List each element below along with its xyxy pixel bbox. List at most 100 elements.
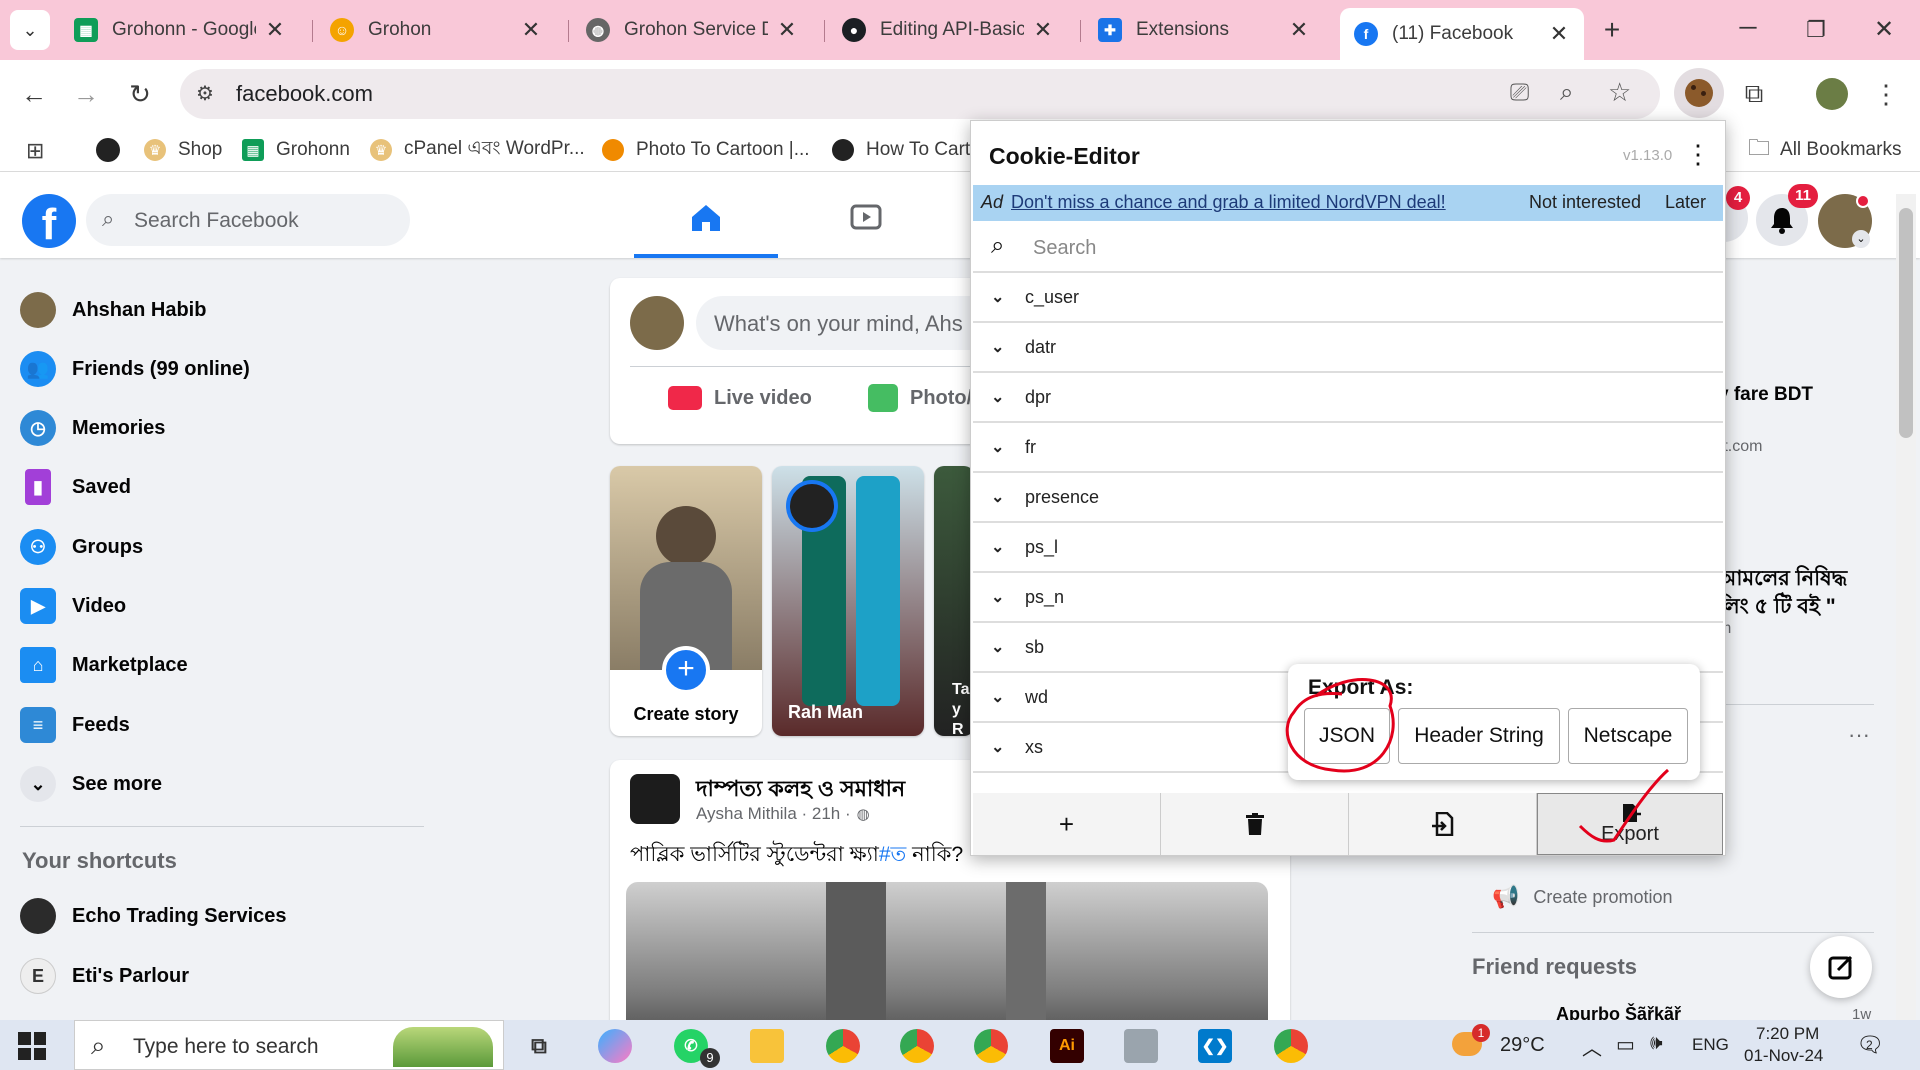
language-indicator[interactable]: ENG [1692,1035,1729,1055]
delete-all-button[interactable] [1161,793,1349,855]
sidebar-item-profile[interactable]: Ahshan Habib [20,288,206,332]
story-card[interactable]: Rah Man [772,466,924,736]
chevron-down-icon[interactable]: ⌄ [991,387,1025,407]
windows-start-icon[interactable] [18,1032,46,1060]
cookie-editor-menu-icon[interactable]: ⋮ [1685,139,1711,170]
sidebar-item-groups[interactable]: ⚇ Groups [20,525,143,569]
close-window-icon[interactable]: ✕ [1868,14,1900,46]
site-settings-icon[interactable]: ⚙ [196,81,214,106]
clock-date[interactable]: 01-Nov-24 [1744,1046,1823,1066]
back-icon[interactable]: ← [14,74,54,114]
export-netscape-button[interactable]: Netscape [1568,708,1688,764]
export-header-string-button[interactable]: Header String [1398,708,1560,764]
url-text[interactable]: facebook.com [236,81,373,107]
not-interested-button[interactable]: Not interested [1529,192,1641,213]
sponsored-ad2-line2[interactable]: লিং ৫ টি বই " [1718,590,1836,625]
sidebar-item-see-more[interactable]: ⌄ See more [20,762,162,806]
address-bar[interactable]: ⚙ facebook.com ⎚ ⌕ ☆ [180,69,1660,119]
browser-menu-icon[interactable]: ⋮ [1866,74,1906,114]
chrome-icon[interactable] [826,1029,860,1063]
chevron-down-icon[interactable]: ⌄ [991,437,1025,457]
taskbar-search[interactable]: ⌕ Type here to search [74,1020,504,1070]
chevron-down-icon[interactable]: ⌄ [991,737,1025,757]
cookie-row[interactable]: ⌄ datr [973,323,1723,373]
sidebar-item-saved[interactable]: ▮ Saved [20,465,131,509]
browser-tab[interactable]: ✚ Extensions ✕ [1084,8,1324,52]
sidebar-item-feeds[interactable]: ≡ Feeds [20,703,130,747]
browser-tab[interactable]: ▦ Grohonn - Google ✕ [60,8,300,52]
cookie-row[interactable]: ⌄ presence [973,473,1723,523]
facebook-logo[interactable]: f [22,194,76,249]
tab-search-button[interactable]: ⌄ [10,10,50,50]
story-card[interactable]: Tay Ra [934,466,974,736]
forward-icon[interactable]: → [66,74,106,114]
chevron-down-icon[interactable]: ⌄ [991,537,1025,557]
copilot-icon[interactable] [598,1029,632,1063]
file-explorer-icon[interactable] [750,1029,784,1063]
later-button[interactable]: Later [1665,192,1706,213]
tray-chevron-icon[interactable]: ︿ [1582,1032,1602,1061]
temperature[interactable]: 29°C [1500,1034,1545,1057]
battery-icon[interactable]: ▭ [1616,1032,1635,1057]
all-bookmarks[interactable]: 🗀 All Bookmarks [1748,135,1901,164]
watch-tab[interactable] [800,172,934,258]
illustrator-icon[interactable]: Ai [1050,1029,1084,1063]
cookie-editor-extension-icon[interactable] [1674,68,1724,118]
create-story-card[interactable]: + Create story [610,466,762,736]
browser-tab[interactable]: ● Editing API-Basice ✕ [828,8,1068,52]
chrome-profile-icon[interactable] [974,1029,1008,1063]
cookie-row[interactable]: ⌄ ps_l [973,523,1723,573]
close-tab-icon[interactable]: ✕ [1032,17,1054,43]
new-message-button[interactable] [1810,936,1872,998]
browser-tab-active[interactable]: f (11) Facebook ✕ [1340,8,1584,60]
sponsored-ad-title[interactable]: y fare BDT [1718,384,1813,406]
sidebar-item-marketplace[interactable]: ⌂ Marketplace [20,643,188,687]
bookmark-grohonn[interactable]: ▦ Grohonn [242,136,350,164]
chevron-down-icon[interactable]: ⌄ [1852,230,1870,248]
bookmark-how-to-cartoon[interactable]: How To Carto [832,136,981,164]
export-json-button[interactable]: JSON [1304,708,1390,764]
globe-icon[interactable] [96,138,120,162]
shortcut-etis-parlour[interactable]: E Eti's Parlour [20,954,189,998]
group-avatar[interactable] [630,774,680,824]
task-view-icon[interactable]: ⧉ [522,1029,556,1063]
volume-icon[interactable]: 🕪 [1650,1032,1663,1055]
app-icon[interactable] [1124,1029,1158,1063]
photo-video-button[interactable]: Photo/ [868,384,972,412]
chrome-icon[interactable] [1274,1029,1308,1063]
chevron-down-icon[interactable]: ⌄ [991,587,1025,607]
close-tab-icon[interactable]: ✕ [264,17,286,43]
new-tab-button[interactable]: + [1596,14,1628,46]
sidebar-item-video[interactable]: ▶ Video [20,584,126,628]
add-story-button[interactable]: + [662,646,710,694]
ad-link[interactable]: Don't miss a chance and grab a limited N… [1011,192,1446,213]
minimize-icon[interactable]: ─ [1732,14,1764,46]
cookie-row[interactable]: ⌄ fr [973,423,1723,473]
close-tab-icon[interactable]: ✕ [1288,17,1310,43]
close-tab-icon[interactable]: ✕ [776,17,798,43]
chevron-down-icon[interactable]: ⌄ [991,337,1025,357]
live-video-button[interactable]: Live video [668,386,812,410]
chrome-icon[interactable] [900,1029,934,1063]
browser-tab[interactable]: ☺ Grohon ✕ [316,8,556,52]
more-options-icon[interactable]: ··· [1848,722,1870,748]
home-tab[interactable] [634,172,778,258]
install-app-icon[interactable]: ⎚ [1510,79,1529,107]
bookmark-shop[interactable]: ♛ Shop [144,136,222,164]
sidebar-item-memories[interactable]: ◷ Memories [20,406,165,450]
profile-avatar[interactable] [1816,78,1848,110]
browser-tab[interactable]: ◍ Grohon Service Do ✕ [572,8,812,52]
reload-icon[interactable]: ↻ [120,74,160,114]
close-tab-icon[interactable]: ✕ [1548,21,1570,47]
cookie-row[interactable]: ⌄ ps_n [973,573,1723,623]
cookie-row[interactable]: ⌄ c_user [973,273,1723,323]
vscode-icon[interactable]: ❮❯ [1198,1029,1232,1063]
chevron-down-icon[interactable]: ⌄ [991,637,1025,657]
bookmark-photo-to-cartoon[interactable]: Photo To Cartoon |... [602,136,810,164]
facebook-search-input[interactable]: ⌕ Search Facebook [86,194,410,246]
bookmark-star-icon[interactable]: ☆ [1608,77,1631,108]
add-cookie-button[interactable]: + [973,793,1161,855]
bookmark-cpanel[interactable]: ♛ cPanel এবং WordPr... [370,136,585,164]
chevron-down-icon[interactable]: ⌄ [991,487,1025,507]
zoom-icon[interactable]: ⌕ [1560,79,1573,107]
